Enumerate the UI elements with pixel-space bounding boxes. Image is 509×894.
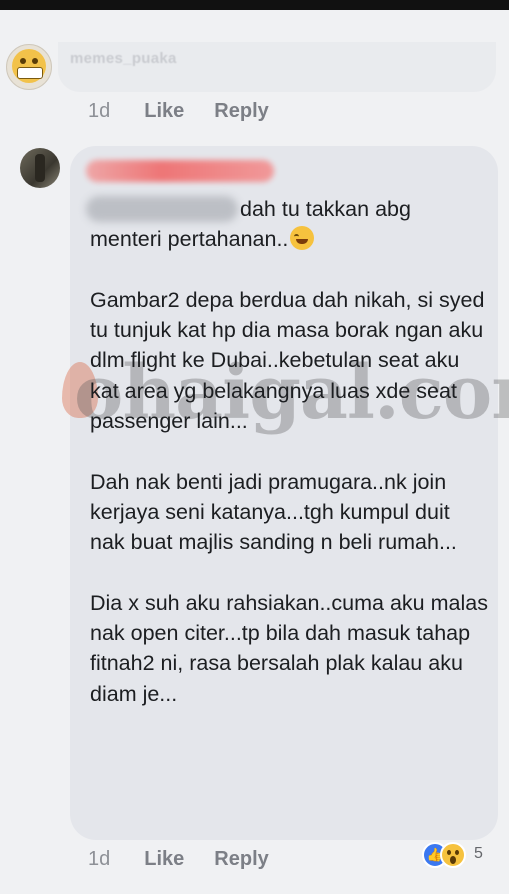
redacted-author-name [86,160,274,182]
reply-button[interactable]: Reply [214,848,268,871]
comment-time[interactable]: 1d [88,100,110,123]
like-button[interactable]: Like [144,100,184,123]
comment-line: menteri pertahanan.. [90,227,289,252]
like-button[interactable]: Like [144,848,184,871]
comment-author[interactable]: memes_puaka [70,50,177,67]
comment-paragraph: Gambar2 depa berdua dah nikah, si syed t… [90,287,485,434]
comment-actions: 1d Like Reply [88,100,299,123]
reply-button[interactable]: Reply [214,100,268,123]
comment-paragraph: Dia x suh aku rahsiakan..cuma aku malas … [90,590,488,706]
reaction-summary[interactable]: 👍 5 [420,840,500,870]
avatar[interactable] [20,148,60,188]
comment-text: dah tu takkan abg menteri pertahanan.. G… [90,194,490,739]
reaction-count: 5 [474,845,483,862]
comment-line: dah tu takkan abg [240,197,411,221]
comment-time[interactable]: 1d [88,848,110,871]
wow-icon [440,842,466,868]
smile-emoji-icon [290,226,315,251]
comment-paragraph: Dah nak benti jadi pramugara..nk join ke… [90,469,457,555]
avatar[interactable] [6,44,52,90]
status-bar [0,0,509,10]
comment-actions: 1d Like Reply [88,848,299,871]
